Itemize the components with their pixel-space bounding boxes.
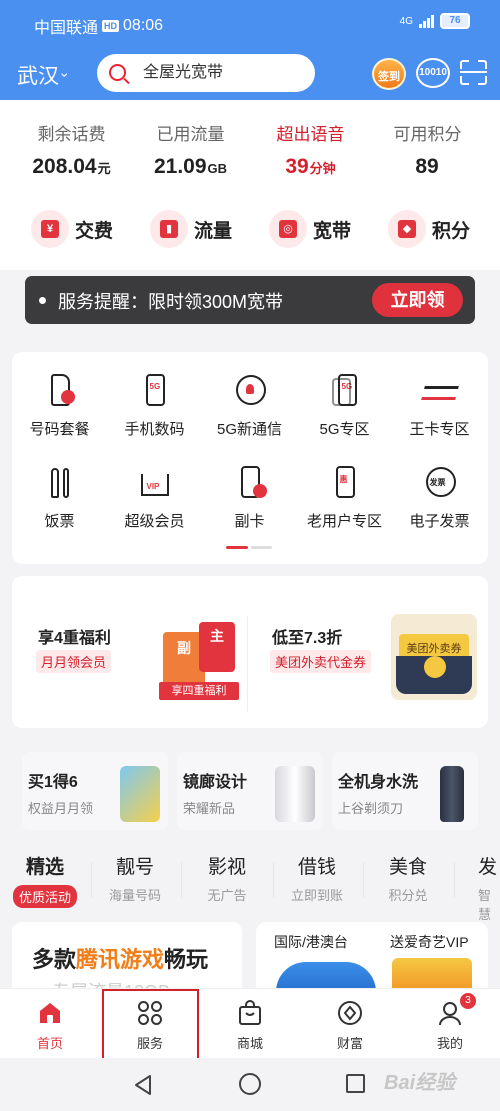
phone-hui-icon: 惠 <box>328 466 362 500</box>
signal-icon <box>419 14 434 28</box>
chevron-down-icon: › <box>57 72 74 78</box>
balance-stat[interactable]: 剩余话费 208.04元 <box>9 120 134 179</box>
customer-service-button[interactable]: 10010 <box>416 58 450 88</box>
tab-featured[interactable]: 精选 优质活动 <box>0 852 92 908</box>
promo-left-title: 享4重福利 <box>38 630 111 647</box>
quick-actions: ¥ 交费 ▮ 流量 ◎ 宽带 ◆ 积分 <box>0 196 500 270</box>
tab-food[interactable]: 美食 积分兑 <box>361 852 455 904</box>
invoice-icon: 发票 <box>423 466 457 500</box>
voice-overage-stat[interactable]: 超出语音 39分钟 <box>248 120 373 179</box>
promo-right-tag: 美团外卖代金券 <box>270 650 372 673</box>
grid-item-phones[interactable]: 5G 手机数码 <box>107 374 202 439</box>
sim-card-image: 副 主 享四重福利 <box>159 622 239 700</box>
back-icon[interactable] <box>132 1074 154 1096</box>
points-icon: ◆ <box>388 210 426 248</box>
shopping-bag-icon <box>236 999 264 1027</box>
benefits-image <box>120 766 160 822</box>
promo-left-tag: 月月领会员 <box>36 650 112 673</box>
5g-zone-icon: 5G <box>328 374 362 408</box>
king-card-icon <box>420 374 459 408</box>
tab-numbers[interactable]: 靓号 海量号码 <box>88 852 182 904</box>
mini-card-shaver[interactable]: 全机身水洗 上谷剃须刀 <box>332 752 478 830</box>
wealth-icon <box>336 999 364 1027</box>
tab-more[interactable]: 发 智慧 <box>442 852 500 923</box>
city-name: 武汉 <box>17 65 59 88</box>
bullet-icon <box>39 297 46 304</box>
battery-icon: 76 <box>440 13 470 29</box>
sign-in-button[interactable]: 签到 <box>372 58 406 90</box>
grid-item-5g-comm[interactable]: 5G新通信 <box>202 374 297 439</box>
grid-item-sub-card[interactable]: 副卡 <box>202 466 297 531</box>
grid-item-plans[interactable]: 号码套餐 <box>12 374 107 439</box>
phone-icon: 5G <box>138 374 172 408</box>
bar-chart-icon: ▮ <box>150 210 188 248</box>
home-circle-icon[interactable] <box>239 1073 261 1095</box>
search-placeholder: 全屋光宽带 <box>143 64 224 81</box>
service-reminder-banner[interactable]: 服务提醒：限时领300M宽带 立即领 <box>25 276 475 324</box>
nav-mine[interactable]: 我的 <box>400 999 500 1052</box>
reminder-text: 服务提醒：限时领300M宽带 <box>58 292 284 312</box>
city-selector[interactable]: 武汉 › <box>17 60 73 90</box>
grid-item-king-card[interactable]: 王卡专区 <box>392 374 487 439</box>
pay-button[interactable]: ¥ 交费 <box>31 210 113 248</box>
highlight-box <box>102 989 199 1061</box>
grid-item-5g-zone[interactable]: 5G 5G专区 <box>297 374 392 439</box>
network-label: 4G <box>399 15 413 27</box>
bottom-nav: 首页 服务 商城 财富 我的 3 <box>0 988 500 1058</box>
fork-icon <box>43 466 77 500</box>
grid-item-invoice[interactable]: 发票 电子发票 <box>392 466 487 531</box>
sub-card-icon <box>233 466 267 500</box>
points-stat[interactable]: 可用积分 89 <box>365 120 490 179</box>
recents-icon[interactable] <box>346 1074 365 1093</box>
promo-right-title: 低至7.3折 <box>272 630 343 647</box>
sim-plan-icon <box>43 374 77 408</box>
clock: 08:06 <box>123 17 164 34</box>
phone-image <box>275 766 315 822</box>
data-button[interactable]: ▮ 流量 <box>150 210 232 248</box>
router-icon: ◎ <box>269 210 307 248</box>
grid-item-meal[interactable]: 饭票 <box>12 466 107 531</box>
status-bar: 中国联通 HD 08:06 4G 76 <box>0 0 500 48</box>
claim-now-button[interactable]: 立即领 <box>372 283 463 317</box>
crown-icon: VIP <box>138 466 172 500</box>
service-grid: 号码套餐 5G 手机数码 5G新通信 5G 5G专区 王卡专区 饭票 VIP 超… <box>12 352 488 564</box>
bulb-icon <box>233 374 267 408</box>
search-input[interactable]: 全屋光宽带 <box>97 54 315 92</box>
nav-home[interactable]: 首页 <box>0 999 100 1052</box>
hd-icon: HD <box>102 20 120 32</box>
coupon-image: 美团外卖券 <box>391 614 477 700</box>
broadband-button[interactable]: ◎ 宽带 <box>269 210 351 248</box>
mini-card-benefits[interactable]: 买1得6 权益月月领 <box>22 752 168 830</box>
promo-card[interactable]: 享4重福利 月月领会员 副 主 享四重福利 低至7.3折 美团外卖代金券 美团外… <box>12 576 488 728</box>
shaver-image <box>440 766 464 822</box>
carrier-name: 中国联通 <box>34 20 99 37</box>
tab-loan[interactable]: 借钱 立即到账 <box>270 852 364 904</box>
yuan-icon: ¥ <box>31 210 69 248</box>
mini-card-honor[interactable]: 镜廊设计 荣耀新品 <box>177 752 323 830</box>
watermark: Bai经验 <box>384 1072 456 1094</box>
account-summary: 剩余话费 208.04元 已用流量 21.09GB 超出语音 39分钟 可用积分… <box>0 100 500 196</box>
top-header: 中国联通 HD 08:06 4G 76 武汉 › 全屋光宽带 签到 10010 <box>0 0 500 100</box>
search-icon <box>109 64 126 81</box>
data-usage-stat[interactable]: 已用流量 21.09GB <box>128 120 253 179</box>
nav-mall[interactable]: 商城 <box>200 999 300 1052</box>
nav-wealth[interactable]: 财富 <box>300 999 400 1052</box>
page-indicator <box>226 546 272 549</box>
grid-item-vip[interactable]: VIP 超级会员 <box>107 466 202 531</box>
grid-item-old-users[interactable]: 惠 老用户专区 <box>297 466 392 531</box>
home-icon <box>36 999 64 1027</box>
scan-icon[interactable] <box>460 60 487 85</box>
tab-video[interactable]: 影视 无广告 <box>180 852 274 904</box>
category-tabs: 精选 优质活动 靓号 海量号码 影视 无广告 借钱 立即到账 美食 积分兑 发 … <box>0 852 500 922</box>
points-button[interactable]: ◆ 积分 <box>388 210 470 248</box>
notification-badge: 3 <box>460 993 476 1009</box>
